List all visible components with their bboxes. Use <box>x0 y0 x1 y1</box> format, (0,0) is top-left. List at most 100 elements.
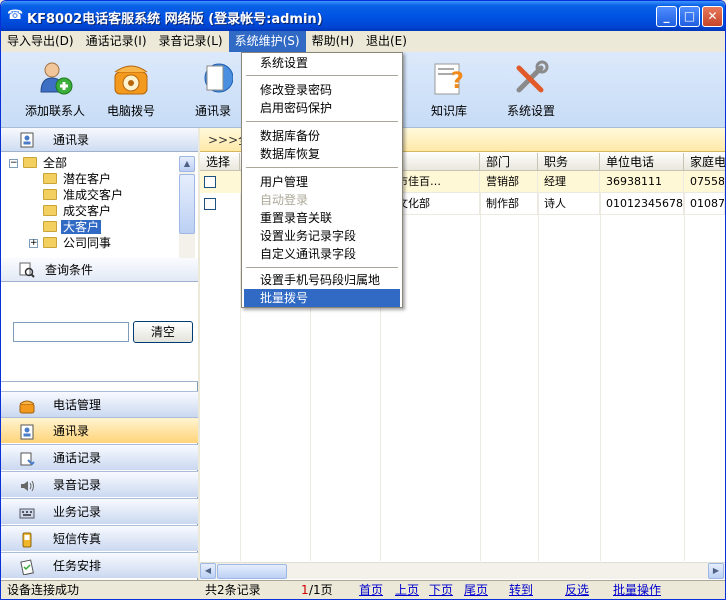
clear-button[interactable]: 清空 <box>133 321 193 343</box>
folder-icon <box>43 173 57 184</box>
nav-phone-management[interactable]: 电话管理 <box>1 391 198 417</box>
app-phone-icon: ☎ <box>7 8 24 23</box>
scroll-right-icon[interactable]: ▶ <box>708 563 724 579</box>
nav-call-log[interactable]: 通话记录 <box>1 444 198 470</box>
cell-home-phone: 010876 <box>684 193 725 215</box>
add-contact-button[interactable]: 添加联系人 <box>15 58 95 122</box>
pc-dial-label: 电脑拨号 <box>106 104 155 118</box>
prev-page-link[interactable]: 上页 <box>395 581 419 599</box>
menu-bar: 导入导出(D) 通话记录(I) 录音记录(L) 系统维护(S) 帮助(H) 退出… <box>1 31 725 52</box>
first-page-link[interactable]: 首页 <box>359 581 383 599</box>
current-page: 1 <box>301 583 309 597</box>
batch-operation-link[interactable]: 批量操作 <box>613 581 661 599</box>
menu-separator <box>246 167 398 168</box>
grid-divider <box>600 171 601 561</box>
tree-node-colleagues[interactable]: 公司同事 <box>43 235 113 251</box>
add-contact-icon <box>35 58 75 98</box>
pc-dial-button[interactable]: 电脑拨号 <box>91 58 171 122</box>
system-settings-button[interactable]: 系统设置 <box>491 58 571 122</box>
goto-page-link[interactable]: 转到 <box>509 581 533 599</box>
tree-node-key-accounts[interactable]: 大客户 <box>43 219 102 235</box>
row-checkbox[interactable] <box>204 198 216 210</box>
left-panel: 通讯录 − 全部 潜在客户 准成交客户 成交客户 大客户 + 公司同事 ▲ 查询… <box>1 128 198 580</box>
open-folder-icon <box>43 221 57 232</box>
title-bar[interactable]: ☎ KF8002电话客服系统 网络版 (登录帐号:admin) _ □ ✕ <box>1 1 725 31</box>
cell-department: 制作部 <box>480 193 538 215</box>
knowledge-base-icon: ? <box>429 58 469 98</box>
cell-home-phone: 075589 <box>684 171 725 193</box>
grid-horizontal-scrollbar[interactable]: ◀ ▶ <box>200 562 725 579</box>
address-book-icon <box>193 58 234 98</box>
menu-item-business-record-fields[interactable]: 设置业务记录字段 <box>244 227 400 245</box>
menu-system-maintenance[interactable]: 系统维护(S) <box>228 31 306 52</box>
folder-icon <box>23 157 37 168</box>
cell-title: 经理 <box>538 171 600 193</box>
invert-selection-link[interactable]: 反选 <box>565 581 589 599</box>
tree-node-closed-deals[interactable]: 成交客户 <box>43 203 113 219</box>
nav-business-records[interactable]: 业务记录 <box>1 498 198 524</box>
knowledge-base-button[interactable]: ? 知识库 <box>409 58 489 122</box>
status-bar: 设备连接成功 共2条记录 1 /1页 首页 上页 下页 尾页 转到 反选 批量操… <box>1 580 725 599</box>
nav-task-schedule[interactable]: 任务安排 <box>1 552 198 578</box>
col-title[interactable]: 职务 <box>538 153 600 171</box>
tools-icon <box>511 58 551 98</box>
app-window: ☎ KF8002电话客服系统 网络版 (登录帐号:admin) _ □ ✕ 导入… <box>0 0 726 600</box>
minimize-button[interactable]: _ <box>656 6 677 27</box>
tree-scroll-thumb[interactable] <box>179 174 195 234</box>
search-icon <box>19 262 35 278</box>
grid-divider <box>684 171 685 561</box>
contacts-icon <box>19 423 35 440</box>
nav-contacts[interactable]: 通讯录 <box>1 417 198 443</box>
menu-item-database-restore[interactable]: 数据库恢复 <box>244 145 400 163</box>
menu-item-user-management[interactable]: 用户管理 <box>244 173 400 191</box>
col-department[interactable]: 部门 <box>480 153 538 171</box>
folder-icon <box>43 237 57 248</box>
scroll-up-icon[interactable]: ▲ <box>179 156 195 172</box>
contacts-icon <box>19 132 35 148</box>
tree-node-all[interactable]: 全部 <box>23 155 69 171</box>
tree-node-prospects[interactable]: 潜在客户 <box>43 171 113 187</box>
menu-exit[interactable]: 退出(E) <box>360 31 413 52</box>
menu-item-database-backup[interactable]: 数据库备份 <box>244 127 400 145</box>
next-page-link[interactable]: 下页 <box>429 581 453 599</box>
speaker-icon <box>19 477 35 493</box>
menu-item-change-password[interactable]: 修改登录密码 <box>244 81 400 99</box>
phone-manage-icon <box>19 397 35 414</box>
menu-recordings[interactable]: 录音记录(L) <box>153 31 229 52</box>
nav-recordings[interactable]: 录音记录 <box>1 471 198 497</box>
maximize-button[interactable]: □ <box>679 6 700 27</box>
row-checkbox[interactable] <box>204 176 216 188</box>
grid-divider <box>480 171 481 561</box>
menu-call-records[interactable]: 通话记录(I) <box>80 31 153 52</box>
query-input[interactable] <box>13 322 129 342</box>
col-home-phone[interactable]: 家庭电 <box>684 153 725 171</box>
knowledge-base-label: 知识库 <box>430 104 467 118</box>
close-button[interactable]: ✕ <box>702 6 723 27</box>
menu-item-system-settings[interactable]: 系统设置 <box>244 54 400 72</box>
contacts-panel-header: 通讯录 <box>1 128 198 152</box>
task-icon <box>19 558 35 576</box>
cell-department: 营销部 <box>480 171 538 193</box>
menu-separator <box>246 121 398 122</box>
menu-item-password-protection[interactable]: 启用密码保护 <box>244 99 400 117</box>
tree-node-near-deal[interactable]: 准成交客户 <box>43 187 125 203</box>
scroll-left-icon[interactable]: ◀ <box>200 563 216 579</box>
nav-sms-fax[interactable]: 短信传真 <box>1 525 198 551</box>
tree-collapse-toggle[interactable]: − <box>9 159 18 168</box>
record-count: 共2条记录 <box>205 583 261 597</box>
menu-item-mobile-number-region[interactable]: 设置手机号码段归属地 <box>244 271 400 289</box>
tree-expand-toggle[interactable]: + <box>29 239 38 248</box>
menu-help[interactable]: 帮助(H) <box>306 31 360 52</box>
grid-scroll-thumb[interactable] <box>217 564 287 579</box>
menu-item-custom-contact-fields[interactable]: 自定义通讯录字段 <box>244 245 400 263</box>
cell-office-phone: 36938111 <box>600 171 684 193</box>
last-page-link[interactable]: 尾页 <box>464 581 488 599</box>
total-pages: /1页 <box>309 583 333 597</box>
menu-item-batch-dial[interactable]: 批量拨号 <box>244 289 400 307</box>
menu-import-export[interactable]: 导入导出(D) <box>1 31 80 52</box>
col-office-phone[interactable]: 单位电话 <box>600 153 684 171</box>
menu-item-reset-recording-link[interactable]: 重置录音关联 <box>244 209 400 227</box>
grid-divider <box>538 171 539 561</box>
col-select[interactable]: 选择 <box>200 153 240 171</box>
cell-office-phone: 01012345678 <box>600 193 684 215</box>
